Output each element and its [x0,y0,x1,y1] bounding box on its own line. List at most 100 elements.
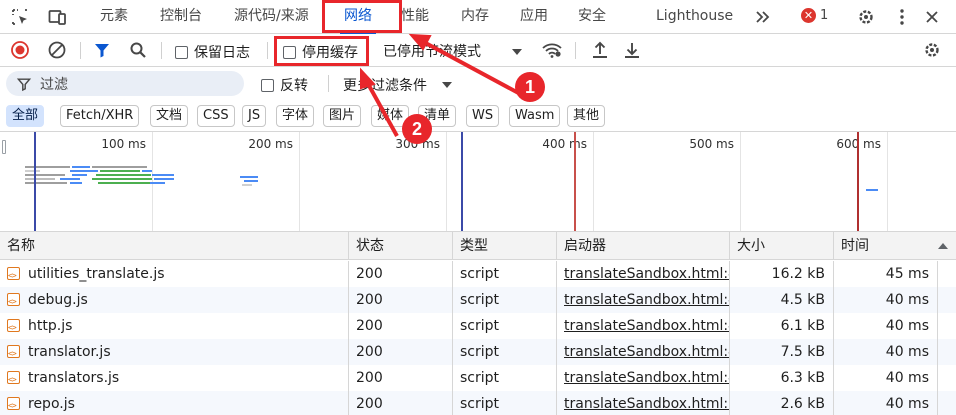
tab-elements[interactable]: 元素 [100,0,128,34]
tab-security[interactable]: 安全 [578,0,606,34]
chip-doc[interactable]: 文档 [150,105,189,127]
record-icon[interactable] [9,39,31,61]
chevron-down-icon[interactable] [512,49,522,55]
chip-wasm[interactable]: Wasm [509,105,561,127]
request-name: translators.js [0,365,349,391]
request-type-text: script [460,370,500,386]
request-type-text: script [460,266,500,282]
column-header-status[interactable]: 状态 [349,232,453,260]
request-initiator-link[interactable]: translateSandbox.html:4 [557,313,730,339]
table-row[interactable]: repo.js 200 script translateSandbox.html:5 2… [0,391,956,415]
tab-memory[interactable]: 内存 [461,0,489,34]
chip-ws[interactable]: WS [466,105,500,127]
inspect-icon[interactable] [9,6,31,28]
overview-request-bar [150,182,165,184]
chip-fetch-xhr[interactable]: Fetch/XHR [60,105,140,127]
request-initiator-link[interactable]: translateSandbox.html:5 [557,391,730,415]
overview-request-bar [154,178,174,180]
toolbar-divider [575,42,576,59]
request-time-text: 40 ms [885,396,929,412]
tab-application[interactable]: 应用 [520,0,548,34]
throttling-select[interactable]: 已停用节流模式 [383,41,481,61]
request-initiator-link-text: translateSandbox.html:4 [564,344,730,360]
column-header-initiator[interactable]: 启动器 [557,232,730,260]
network-conditions-icon[interactable] [541,39,563,61]
request-size: 6.1 kB [730,313,834,339]
preserve-log-box[interactable] [175,45,188,59]
network-settings-icon[interactable] [921,39,943,61]
table-row[interactable]: translators.js 200 script translateSandbox.… [0,365,956,391]
error-count: 1 [820,8,829,23]
download-icon[interactable] [621,39,643,61]
device-toolbar-icon[interactable] [46,6,68,28]
chip-css[interactable]: CSS [197,105,235,127]
request-initiator-link[interactable]: translateSandbox.html:4 [557,287,730,313]
request-time: 40 ms [834,313,938,339]
overview-request-bar [242,184,252,186]
request-size-text: 2.6 kB [780,396,825,412]
overview-request-bar [70,182,82,184]
chip-js[interactable]: JS [242,105,267,127]
overview-tick-label: 100 ms [101,137,146,151]
invert-box[interactable] [261,78,274,92]
request-type-text: script [460,396,500,412]
request-initiator-link[interactable]: translateSandbox.html:4 [557,261,730,287]
request-status: 200 [349,313,453,339]
request-initiator-link-text: translateSandbox.html:5 [564,396,730,412]
network-toolbar: 保留日志 停用缓存 已停用节流模式 [0,34,956,67]
more-tabs-icon[interactable] [752,6,774,28]
chip-font[interactable]: 字体 [276,105,315,127]
search-icon[interactable] [127,39,149,61]
more-filters-button[interactable]: 更多过滤条件 [343,75,427,95]
chip-all[interactable]: 全部 [6,105,45,127]
request-type: script [453,391,557,415]
column-header-name[interactable]: 名称 [0,232,349,260]
request-size: 4.5 kB [730,287,834,313]
tab-console[interactable]: 控制台 [160,0,202,34]
column-header-size[interactable]: 大小 [730,232,834,260]
script-file-icon [7,393,20,415]
overview-request-bar [96,174,151,176]
network-overview[interactable]: 100 ms 200 ms 300 ms 400 ms 500 ms 600 m… [0,132,956,232]
table-row[interactable]: http.js 200 script translateSandbox.html:4 6… [0,313,956,339]
request-time: 45 ms [834,261,938,287]
request-type: script [453,339,557,365]
chip-img[interactable]: 图片 [323,105,362,127]
overview-left-handle[interactable] [2,140,6,154]
request-size: 7.5 kB [730,339,834,365]
tab-performance[interactable]: 性能 [401,0,429,34]
table-row[interactable]: translator.js 200 script translateSandbox.h… [0,339,956,365]
tab-lighthouse[interactable]: Lighthouse [656,0,733,34]
request-status: 200 [349,287,453,313]
request-initiator-link[interactable]: translateSandbox.html:4 [557,365,730,391]
request-time-text: 40 ms [885,292,929,308]
request-size-text: 6.3 kB [780,370,825,386]
filter-icon[interactable] [91,39,113,61]
column-header-type[interactable]: 类型 [453,232,557,260]
table-row[interactable]: utilities_translate.js 200 script translate… [0,261,956,287]
request-size: 2.6 kB [730,391,834,415]
clear-icon[interactable] [46,39,68,61]
sort-ascending-icon[interactable] [938,243,948,249]
settings-icon[interactable] [855,6,877,28]
filter-input[interactable]: 过滤 [6,71,244,96]
table-header: 名称 状态 类型 启动器 大小 时间 [0,232,956,260]
close-icon[interactable] [921,6,943,28]
request-status: 200 [349,339,453,365]
chip-other[interactable]: 其他 [567,105,606,127]
overview-request-bar [244,180,258,182]
chevron-down-icon[interactable] [442,82,452,88]
upload-icon[interactable] [589,39,611,61]
request-initiator-link[interactable]: translateSandbox.html:4 [557,339,730,365]
request-name-text: http.js [28,318,73,334]
request-name-text: translator.js [28,344,111,360]
invert-checkbox[interactable]: 反转 [261,75,308,95]
tab-sources[interactable]: 源代码/来源 [234,0,309,34]
request-status: 200 [349,365,453,391]
error-count-badge[interactable]: ✕ 1 [801,8,828,23]
more-vert-icon[interactable] [891,6,913,28]
preserve-log-checkbox[interactable]: 保留日志 [175,42,250,62]
table-row[interactable]: debug.js 200 script translateSandbox.html:4… [0,287,956,313]
toolbar-divider [161,42,162,59]
load-event-marker [857,132,859,231]
